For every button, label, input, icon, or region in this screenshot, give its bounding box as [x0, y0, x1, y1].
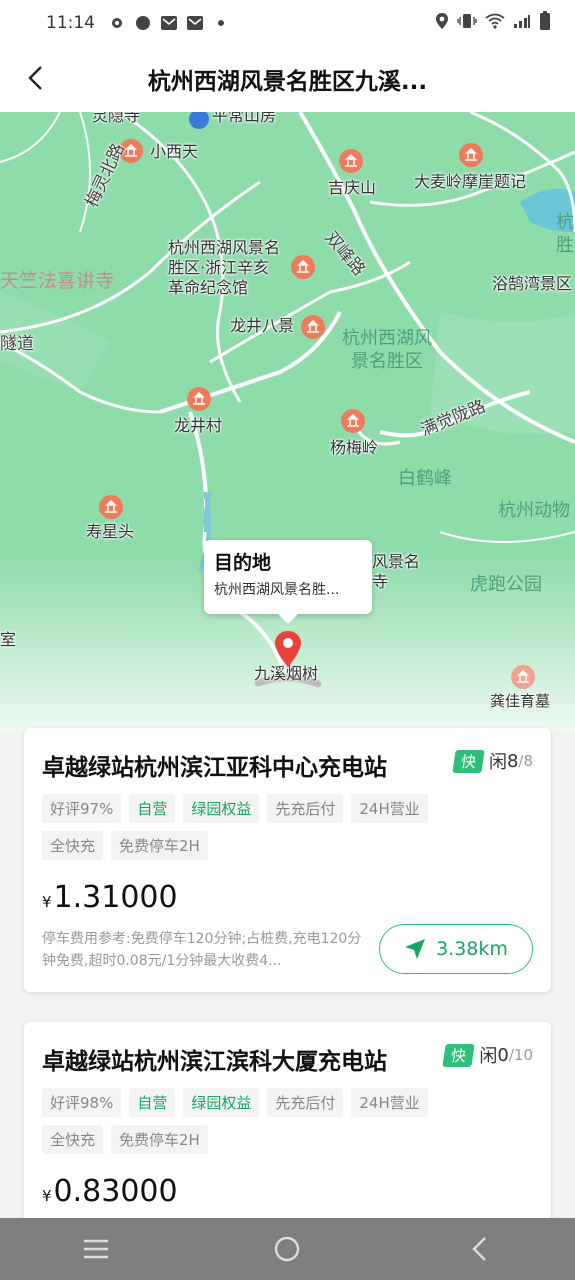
- poi-marker-icon[interactable]: [98, 494, 124, 520]
- availability: 快 闲 8 /8: [452, 748, 533, 774]
- map-label: 龙井村: [174, 416, 223, 435]
- back-arrow-icon: [28, 66, 42, 90]
- navigate-arrow-icon: [405, 939, 426, 959]
- navigate-button[interactable]: 3.38km: [379, 924, 533, 974]
- system-back-button[interactable]: [449, 1224, 509, 1274]
- poi-marker-icon[interactable]: [300, 314, 326, 340]
- home-circle-icon: [275, 1236, 300, 1262]
- map-label: 寿星头: [86, 522, 135, 541]
- location-icon: [435, 12, 449, 35]
- recent-apps-button[interactable]: [66, 1224, 126, 1274]
- availability: 快 闲 0 /10: [442, 1042, 533, 1068]
- free-count: 0: [497, 1044, 509, 1066]
- signal-icon: [513, 13, 531, 34]
- tag: 绿园权益: [183, 1088, 260, 1117]
- tag: 好评97%: [42, 794, 122, 823]
- tag: 全快充: [42, 831, 104, 860]
- currency-symbol: ¥: [42, 893, 52, 911]
- vibrate-icon: [457, 13, 477, 34]
- tag: 先充后付: [267, 1088, 344, 1117]
- map-label: 大麦岭摩崖题记: [414, 172, 527, 191]
- tag-list: 好评97% 自营 绿园权益 先充后付 24H营业 全快充 免费停车2H: [42, 794, 462, 860]
- currency-symbol: ¥: [42, 1187, 52, 1205]
- parking-info: 停车费用参考:免费停车120分钟;占桩费,充电120分钟免费,超时0.08元/1…: [42, 931, 362, 970]
- tag: 先充后付: [267, 794, 344, 823]
- map-label: 平常山房: [212, 112, 277, 125]
- total-count: /8: [518, 752, 533, 770]
- map-label: 小西天: [150, 142, 199, 161]
- tag: 免费停车2H: [111, 1125, 208, 1154]
- settings-icon: [107, 13, 127, 33]
- tag-list: 好评98% 自营 绿园权益 先充后付 24H营业 全快充 免费停车2H: [42, 1088, 462, 1154]
- map-label: 龙井八景: [230, 316, 295, 335]
- map-area-label: 白鹤峰: [398, 468, 452, 489]
- wifi-icon: [485, 13, 505, 34]
- home-button[interactable]: [257, 1224, 317, 1274]
- poi-marker-icon[interactable]: [186, 386, 212, 412]
- free-label: 闲: [488, 752, 507, 773]
- destination-pin-icon[interactable]: [274, 630, 302, 668]
- station-name: 卓越绿站杭州滨江滨科大厦充电站: [42, 1049, 387, 1075]
- poi-marker-icon[interactable]: [290, 254, 316, 280]
- price-value: 0.83000: [53, 1174, 178, 1209]
- fast-charge-badge: 快: [442, 1043, 476, 1067]
- tag: 免费停车2H: [111, 831, 208, 860]
- map-label: 天竺法喜讲寺: [0, 270, 115, 292]
- compass-icon: [133, 13, 153, 33]
- tag: 好评98%: [42, 1088, 122, 1117]
- map-area-label: 杭州西湖风 景名胜区: [342, 328, 432, 372]
- price: ¥1.31000: [42, 880, 178, 915]
- tag: 自营: [129, 1088, 176, 1117]
- tag: 绿园权益: [183, 794, 260, 823]
- poi-marker-icon[interactable]: [458, 142, 484, 168]
- station-card[interactable]: 卓越绿站杭州滨江亚科中心充电站 快 闲 8 /8 好评97% 自营 绿园权益 先…: [24, 728, 551, 992]
- system-nav-bar: [0, 1218, 575, 1280]
- map-area-label: 杭州动物: [498, 500, 570, 521]
- map-label: 龚佳育墓: [490, 692, 551, 710]
- mail-icon: [159, 13, 179, 33]
- station-card[interactable]: 卓越绿站杭州滨江滨科大厦充电站 快 闲 0 /10 好评98% 自营 绿园权益 …: [24, 1022, 551, 1222]
- free-label: 闲: [479, 1046, 498, 1067]
- battery-icon: [539, 10, 551, 36]
- tag: 24H营业: [351, 1088, 428, 1117]
- map-view[interactable]: 灵隐寺 平常山房 小西天 吉庆山 大麦岭摩崖题记 梅灵北路 杭州西湖风景名 胜区…: [0, 112, 575, 732]
- dot-icon: [211, 13, 231, 33]
- back-button[interactable]: [18, 60, 54, 96]
- distance: 3.38km: [436, 938, 508, 960]
- destination-callout[interactable]: 目的地 杭州西湖风景名胜...: [204, 540, 372, 624]
- price-value: 1.31000: [53, 880, 178, 915]
- page-title: 杭州西湖风景名胜区九溪...: [147, 69, 428, 95]
- location-pin-icon[interactable]: [186, 112, 212, 132]
- poi-marker-icon[interactable]: [340, 408, 366, 434]
- map-area-label: 杭 胜: [556, 212, 574, 256]
- app-header: 杭州西湖风景名胜区九溪...: [0, 46, 575, 112]
- callout-title: 目的地: [214, 552, 272, 574]
- map-label: 室: [0, 630, 17, 649]
- status-bar: 11:14: [0, 0, 575, 46]
- status-icons: [435, 10, 551, 36]
- poi-marker-icon[interactable]: [510, 664, 536, 690]
- callout-subtitle: 杭州西湖风景名胜...: [214, 582, 340, 598]
- menu-icon: [83, 1239, 108, 1259]
- map-area-label: 虎跑公园: [470, 574, 542, 595]
- station-name: 卓越绿站杭州滨江亚科中心充电站: [42, 755, 387, 781]
- mail-icon: [185, 13, 205, 33]
- fast-charge-badge: 快: [452, 749, 485, 773]
- total-count: /10: [508, 1046, 533, 1064]
- map-label: 杭州西湖风景名 胜区·浙江辛亥 革命纪念馆: [168, 238, 281, 297]
- map-label: 风景名 寺: [372, 552, 421, 591]
- tag: 全快充: [42, 1125, 104, 1154]
- tag: 24H营业: [351, 794, 428, 823]
- back-chevron-icon: [472, 1237, 486, 1261]
- tag: 自营: [129, 794, 176, 823]
- map-label: 杨梅岭: [330, 438, 379, 457]
- map-road-label: 隧道: [0, 334, 34, 354]
- status-time: 11:14: [46, 13, 95, 33]
- map-label: 吉庆山: [328, 178, 377, 197]
- free-count: 8: [506, 750, 519, 772]
- map-label: 浴鹄湾景区: [492, 274, 573, 293]
- price: ¥0.83000: [42, 1174, 178, 1209]
- poi-marker-icon[interactable]: [338, 148, 364, 174]
